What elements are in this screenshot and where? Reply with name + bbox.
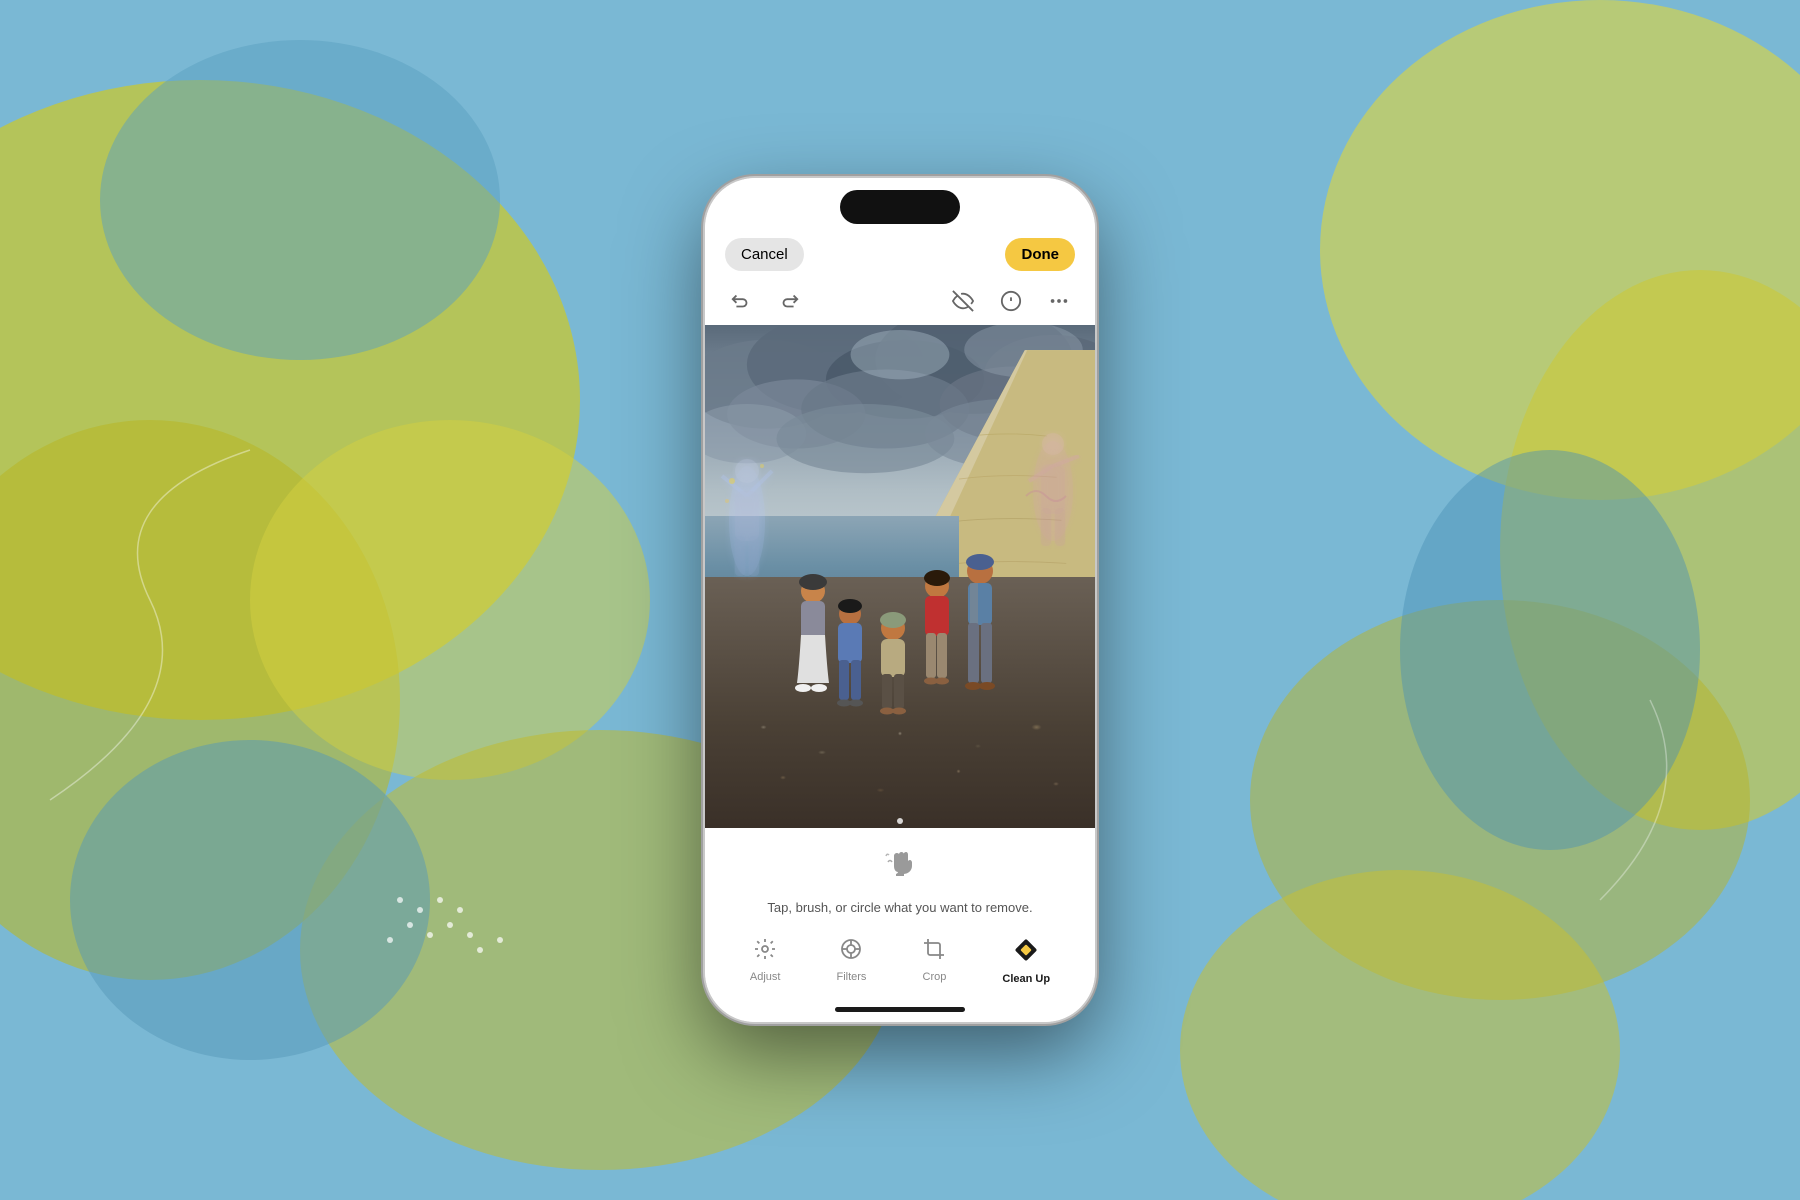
gesture-icon [880, 844, 920, 892]
filters-label: Filters [836, 971, 866, 983]
cleanup-label: Clean Up [1002, 973, 1050, 985]
ghost-figure-left [717, 451, 777, 571]
tool-crop[interactable]: Crop [914, 933, 954, 989]
toolbar: Adjust [705, 929, 1095, 999]
adjust-icon [753, 937, 777, 967]
markup-button[interactable] [995, 285, 1027, 317]
tool-cleanup[interactable]: Clean Up [994, 933, 1058, 989]
adjust-label: Adjust [750, 971, 781, 983]
undo-button[interactable] [725, 285, 757, 317]
phone-screen: Cancel Done [705, 178, 1095, 1022]
pagination-dot [897, 818, 903, 824]
cleanup-icon [1013, 937, 1039, 969]
visibility-button[interactable] [947, 285, 979, 317]
dynamic-island [840, 190, 960, 224]
cancel-button[interactable]: Cancel [725, 238, 804, 271]
done-button[interactable]: Done [1005, 238, 1075, 271]
crop-icon [922, 937, 946, 967]
crop-label: Crop [923, 971, 947, 983]
tool-filters[interactable]: Filters [828, 933, 874, 989]
hint-text: Tap, brush, or circle what you want to r… [767, 900, 1032, 915]
phone-frame: Cancel Done [705, 178, 1095, 1022]
more-button[interactable] [1043, 285, 1075, 317]
bottom-panel: Tap, brush, or circle what you want to r… [705, 828, 1095, 1022]
redo-button[interactable] [773, 285, 805, 317]
ghost-figure-right [1021, 426, 1076, 536]
filters-icon [839, 937, 863, 967]
home-indicator [835, 1007, 965, 1012]
people-group [770, 523, 1030, 803]
photo-area[interactable] [705, 325, 1095, 828]
edit-tools-row [705, 281, 1095, 325]
tool-adjust[interactable]: Adjust [742, 933, 789, 989]
